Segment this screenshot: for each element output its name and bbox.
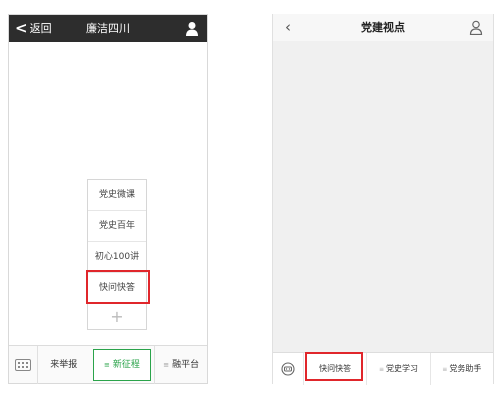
highlight-box-right — [305, 352, 363, 381]
chevron-left-icon: < — [15, 19, 28, 37]
keyboard-toggle[interactable] — [9, 358, 37, 371]
menu-dot-icon: ≡ — [163, 360, 170, 369]
highlight-box-left — [86, 270, 150, 304]
submenu-item-original-aspiration[interactable]: 初心100讲 — [88, 242, 146, 273]
menu-dot-icon: ≡ — [442, 365, 448, 373]
plus-icon: + — [110, 307, 124, 326]
menu-tab-party-affairs-assistant[interactable]: ≡ 党务助手 — [429, 352, 493, 385]
left-back-label: 返回 — [29, 22, 52, 35]
right-page-title: 党建视点 — [361, 21, 405, 34]
submenu-popup: 党史微课 党史百年 初心100讲 快问快答 + — [87, 179, 147, 330]
left-bottom-menu: 来举报 ≡ 新征程 ≡ 融平台 — [9, 345, 207, 384]
right-top-bar: ‹ 党建视点 — [273, 14, 493, 41]
keyboard-icon — [15, 358, 31, 371]
right-phone-screen: ‹ 党建视点 快问快答 ≡ 党史学习 ≡ 党务助手 — [272, 14, 494, 385]
user-outline-icon[interactable] — [469, 20, 483, 35]
menu-dot-icon: ≡ — [104, 360, 110, 369]
menu-tab-platform[interactable]: ≡ 融平台 — [154, 345, 207, 384]
user-icon[interactable] — [185, 21, 199, 36]
left-back-button[interactable]: < 返回 — [15, 15, 52, 42]
submenu-item-party-history-century[interactable]: 党史百年 — [88, 211, 146, 242]
submenu-item-party-history-course[interactable]: 党史微课 — [88, 180, 146, 211]
left-top-bar: 廉洁四川 < 返回 — [9, 15, 207, 42]
service-toggle[interactable] — [273, 361, 303, 376]
robot-icon — [281, 361, 295, 376]
menu-tab-party-history-study[interactable]: ≡ 党史学习 — [366, 352, 429, 385]
menu-dot-icon: ≡ — [378, 365, 384, 373]
menu-tab-report[interactable]: 来举报 — [37, 345, 90, 384]
menu-tab-new-journey[interactable]: ≡ 新征程 — [92, 348, 152, 381]
